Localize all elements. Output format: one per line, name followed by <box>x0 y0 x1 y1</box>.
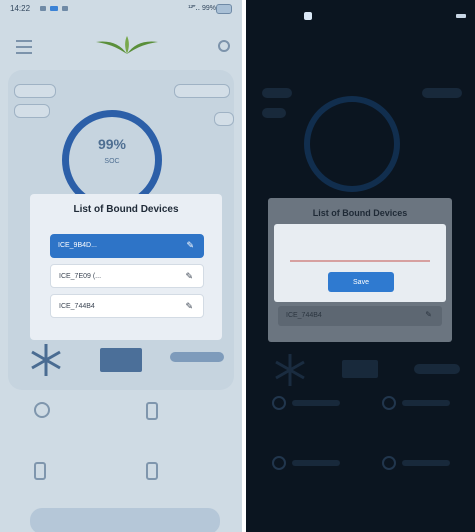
edit-icon[interactable]: ✎ <box>425 310 432 319</box>
bottom-action-bar[interactable] <box>30 508 220 532</box>
stat-item <box>146 396 242 446</box>
status-chip <box>174 84 230 98</box>
gauge-value: 99% <box>97 136 127 152</box>
plug-icon <box>146 462 158 480</box>
device-row[interactable]: ICE_9B4D... ✎ <box>50 234 204 258</box>
snowflake-icon[interactable] <box>26 340 66 380</box>
mode-control[interactable] <box>100 348 142 372</box>
bound-devices-dialog: List of Bound Devices ICE_9B4D... ✎ ICE_… <box>30 194 222 340</box>
clock-icon <box>34 402 50 418</box>
battery-icon <box>382 396 396 410</box>
device-name: ICE_744B4 <box>286 312 322 319</box>
battery-icon <box>272 456 286 470</box>
edit-icon[interactable]: ✎ <box>185 271 193 282</box>
settings-icon[interactable] <box>218 40 230 52</box>
stat-item <box>272 392 352 432</box>
stat-item <box>382 392 462 432</box>
battery-icon <box>146 402 158 420</box>
status-chip <box>14 104 50 118</box>
snowflake-icon <box>275 354 305 386</box>
device-row[interactable]: ICE_744B4 ✎ <box>50 294 204 318</box>
device-row[interactable]: ICE_744B4 ✎ <box>278 306 442 326</box>
soc-gauge <box>304 96 400 192</box>
stat-item <box>146 456 242 506</box>
edit-icon[interactable]: ✎ <box>185 301 193 312</box>
stat-item <box>272 452 352 492</box>
battery-icon <box>34 462 46 480</box>
stat-item <box>34 396 134 446</box>
edit-icon[interactable]: ✎ <box>186 240 194 251</box>
notification-icon <box>40 6 46 11</box>
device-name: ICE_9B4D... <box>58 242 97 249</box>
status-chip <box>14 84 56 98</box>
bound-devices-dialog: List of Bound Devices Save ICE_744B4 ✎ <box>268 198 452 342</box>
device-name: ICE_7E09 (... <box>59 273 102 280</box>
fan-slider <box>414 364 460 374</box>
menu-icon[interactable] <box>16 40 32 54</box>
plug-icon <box>382 456 396 470</box>
right-phone-screen: List of Bound Devices Save ICE_744B4 ✎ <box>246 0 475 532</box>
status-icons <box>40 6 68 11</box>
status-time: 14:22 <box>10 4 31 13</box>
device-name-input[interactable] <box>290 246 430 262</box>
status-chip <box>262 88 292 98</box>
dialog-title: List of Bound Devices <box>73 204 179 215</box>
left-phone-screen: 14:22 ¹²‴‥ 99% 99% SOC List of Bound Dev… <box>0 0 242 532</box>
save-button[interactable]: Save <box>328 272 394 292</box>
notification-icon <box>304 12 312 20</box>
fan-slider[interactable] <box>170 352 224 362</box>
signal-text: ¹²‴‥ 99% <box>188 5 216 12</box>
stat-item <box>34 456 134 506</box>
battery-icon <box>456 14 466 18</box>
device-name: ICE_744B4 <box>59 303 95 310</box>
stat-item <box>382 452 462 492</box>
device-row[interactable]: ICE_7E09 (... ✎ <box>50 264 204 288</box>
status-bar: 14:22 ¹²‴‥ 99% <box>0 0 242 18</box>
rename-device-dialog: Save <box>274 224 446 302</box>
mode-control <box>342 360 378 378</box>
dialog-title: List of Bound Devices <box>312 208 408 218</box>
battery-icon <box>216 4 232 14</box>
status-chip <box>214 112 234 126</box>
status-chip <box>262 108 286 118</box>
status-chip <box>422 88 462 98</box>
logo-icon <box>96 36 158 54</box>
gauge-label: SOC <box>104 158 120 165</box>
notification-icon <box>50 6 58 11</box>
notification-icon <box>62 6 68 11</box>
clock-icon <box>272 396 286 410</box>
